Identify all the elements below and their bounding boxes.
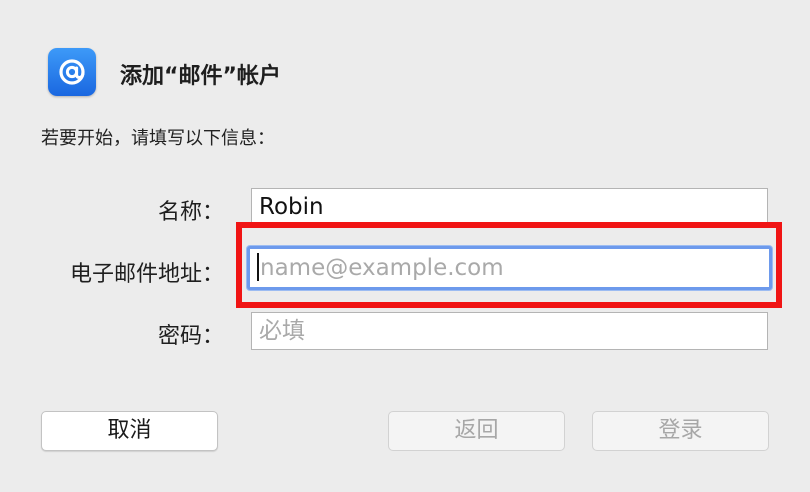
password-field[interactable]: 必填 bbox=[251, 312, 768, 350]
email-highlight-box bbox=[236, 222, 782, 308]
back-button[interactable]: 返回 bbox=[388, 411, 565, 451]
add-mail-account-dialog: 添加“邮件”帐户 若要开始，请填写以下信息： 名称： Robin 电子邮件地址：… bbox=[0, 0, 810, 492]
login-button[interactable]: 登录 bbox=[592, 411, 769, 451]
mail-at-sign-icon bbox=[48, 48, 96, 96]
instruction-text: 若要开始，请填写以下信息： bbox=[41, 128, 275, 149]
cancel-button[interactable]: 取消 bbox=[41, 411, 218, 451]
password-label: 密码： bbox=[157, 324, 224, 349]
name-label: 名称： bbox=[157, 200, 224, 225]
name-field[interactable]: Robin bbox=[251, 188, 768, 226]
password-placeholder: 必填 bbox=[259, 318, 305, 344]
email-label: 电子邮件地址： bbox=[69, 262, 224, 287]
dialog-title: 添加“邮件”帐户 bbox=[120, 64, 281, 89]
